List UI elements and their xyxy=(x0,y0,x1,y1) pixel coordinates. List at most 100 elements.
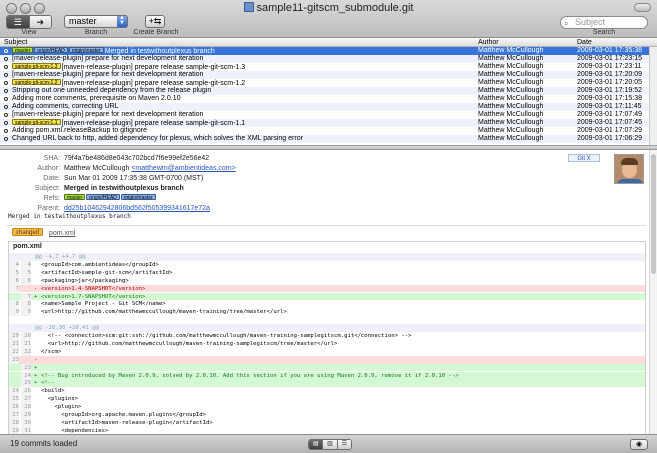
commit-subject: [maven-release-plugin] prepare for next … xyxy=(12,111,203,119)
new-line-number: 22 xyxy=(21,347,31,356)
diff-line-text: <groupId>com.ambientideas</groupId> xyxy=(41,261,159,268)
commit-row[interactable]: sample-git-scm-1.2 [maven-release-plugin]… xyxy=(0,79,657,87)
diff-marker: - xyxy=(34,356,38,363)
commit-row[interactable]: Adding comments, correcting URL Matthew M… xyxy=(0,103,657,111)
column-header-subject[interactable]: Subject xyxy=(4,38,27,47)
commit-row[interactable]: [maven-release-plugin] prepare for next … xyxy=(0,111,657,119)
commit-row[interactable]: Adding pom.xml.releaseBackup to gitignor… xyxy=(0,127,657,135)
gitx-button[interactable]: Git X xyxy=(568,154,600,162)
commit-author: Matthew McCullough xyxy=(478,119,544,126)
create-branch-button[interactable]: +⇆ xyxy=(145,15,165,28)
commit-row[interactable]: [maven-release-plugin] prepare for next … xyxy=(0,55,657,63)
diff-line: 22 22 </scm> xyxy=(9,347,645,356)
old-line-number: 28 xyxy=(9,418,19,427)
create-branch-label: Create Branch xyxy=(133,29,179,36)
search-placeholder: Subject xyxy=(575,17,606,27)
commit-date: 2009-03-01 17:19:52 xyxy=(577,87,642,94)
commit-author: Matthew McCullough xyxy=(478,71,544,78)
diff-line: 5 5 <artifactId>sample-git-scm</artifactId… xyxy=(9,268,645,277)
diff-file-name: pom.xml xyxy=(13,243,42,250)
old-line-number: 21 xyxy=(9,339,19,348)
author-email-link[interactable]: <matthewm@ambientideas.com> xyxy=(131,165,235,172)
detail-scrollbar[interactable] xyxy=(649,150,657,434)
commit-list-scrollbar[interactable] xyxy=(649,47,657,145)
toolbar-toggle-button[interactable] xyxy=(634,3,651,12)
new-line-number: 26 xyxy=(21,387,31,396)
commit-list[interactable]: master origin/HEAD origin/master Merged in … xyxy=(0,47,657,145)
graph-node-icon xyxy=(4,105,8,109)
sha-value: 79f4a7be486d8e043c702bcd7f6e99ef2e56e42 xyxy=(64,155,210,162)
layout-split-button[interactable]: ▥ xyxy=(322,440,337,449)
diff-line-text: <version>1.4-SNAPSHOT</version> xyxy=(41,285,146,292)
diff-line: 25 + <!-- xyxy=(9,379,645,388)
ref-badge: sample-git-scm-1.1 xyxy=(12,119,61,126)
changed-files-list: changed pom.xml xyxy=(12,228,75,238)
history-view-button[interactable]: ☰ xyxy=(7,16,29,28)
commit-message: Merged in testwithoutplexus branch xyxy=(8,213,131,220)
ref-badge: origin/HEAD xyxy=(34,47,68,54)
old-line-number: 23 xyxy=(9,355,19,364)
commit-author: Matthew McCullough xyxy=(478,111,544,118)
commit-date: 2009-03-01 17:23:15 xyxy=(577,55,642,62)
ref-badge: origin/HEAD xyxy=(86,194,120,201)
new-line-number: 31 xyxy=(21,426,31,434)
column-header-date[interactable]: Date xyxy=(577,38,592,47)
old-line-number: 27 xyxy=(9,411,19,419)
commit-row[interactable]: Stripping out one unneeded dependency fr… xyxy=(0,87,657,95)
new-line-number: 30 xyxy=(21,418,31,427)
old-line-number: 8 xyxy=(9,300,19,309)
new-line-number: 6 xyxy=(21,276,31,285)
branch-select[interactable]: master ▲ ▼ xyxy=(64,15,128,28)
commit-subject-text: Stripping out one unneeded dependency fr… xyxy=(12,87,212,94)
commit-subject-text: [maven-release-plugin] prepare release s… xyxy=(61,80,246,87)
column-header-author[interactable]: Author xyxy=(478,38,499,47)
commit-subject: [maven-release-plugin] prepare for next … xyxy=(12,55,203,63)
parent-link[interactable]: dd25b10462942806bd562f505399341617e72a xyxy=(64,205,210,212)
window-title-text: sample11-gitscm_submodule.git xyxy=(256,2,414,14)
diff-line: @@ -4,7 +4,7 @@ xyxy=(9,253,645,261)
commit-subject: Adding comments, correcting URL xyxy=(12,103,119,111)
diff-line-text: <artifactId>maven-release-plugin</artifa… xyxy=(41,419,213,426)
commit-author: Matthew McCullough xyxy=(478,55,544,62)
diff-line: @@ -20,30 +20,41 @@ xyxy=(9,324,645,332)
commit-view-button[interactable]: ➜ xyxy=(28,16,51,28)
commit-row[interactable]: [maven-release-plugin] prepare for next … xyxy=(0,71,657,79)
graph-node-icon xyxy=(4,137,8,141)
graph-node-icon xyxy=(4,113,8,117)
diff-line-text: <build> xyxy=(41,388,65,395)
new-line-number: 21 xyxy=(21,339,31,348)
commit-row[interactable]: Changed URL back to http, added dependen… xyxy=(0,135,657,143)
new-line-number: 5 xyxy=(21,268,31,277)
view-segmented-control[interactable]: ☰ ➜ xyxy=(6,15,52,29)
commit-row[interactable]: sample-git-scm-1.1 [maven-release-plugin]… xyxy=(0,119,657,127)
layout-list-button[interactable]: ▤ xyxy=(309,440,323,449)
detail-scrollbar-thumb[interactable] xyxy=(651,154,656,274)
commit-author: Matthew McCullough xyxy=(478,87,544,94)
commit-subject: [maven-release-plugin] prepare for next … xyxy=(12,71,203,79)
diff-line: 23 - xyxy=(9,355,645,364)
commit-subject: Adding more comments, prerequisite on Ma… xyxy=(12,95,180,103)
commit-subject: Changed URL back to http, added dependen… xyxy=(12,135,303,143)
commit-subject-text: Changed URL back to http, added dependen… xyxy=(12,135,303,142)
commit-subject-text: Adding comments, correcting URL xyxy=(12,103,119,110)
new-line-number: 9 xyxy=(21,308,31,317)
diff-line-text: @@ -4,7 +4,7 @@ xyxy=(35,254,86,260)
old-line-number: 9 xyxy=(9,308,19,317)
commit-row[interactable]: master origin/HEAD origin/master Merged in … xyxy=(0,47,657,55)
refs-label: Refs: xyxy=(43,195,60,202)
diff-line: 9 9 <url>http://github.com/matthewmccullou… xyxy=(9,308,645,317)
file-link-pom[interactable]: pom.xml xyxy=(49,230,75,237)
diff-line-text: <plugin> xyxy=(41,404,82,411)
commit-row[interactable]: Adding more comments, prerequisite on Ma… xyxy=(0,95,657,103)
eye-icon[interactable]: ◉ xyxy=(630,439,648,450)
commit-row[interactable]: sample-git-scm-1.3 [maven-release-plugin]… xyxy=(0,63,657,71)
old-line-number: 24 xyxy=(9,387,19,396)
new-line-number: 24 xyxy=(21,371,31,380)
search-input[interactable]: ⌕ Subject xyxy=(560,16,648,29)
diff-line-text: <url>http://github.com/matthewmccullough… xyxy=(41,340,338,347)
commit-detail-pane: SHA: 79f4a7be486d8e043c702bcd7f6e99ef2e5… xyxy=(0,150,657,434)
pane-layout-segmented-control[interactable]: ▤ ▥ ☰ xyxy=(308,439,352,450)
old-line-number: 26 xyxy=(9,403,19,411)
commit-subject-text: [maven-release-plugin] prepare for next … xyxy=(12,71,204,78)
layout-detail-button[interactable]: ☰ xyxy=(336,440,351,449)
